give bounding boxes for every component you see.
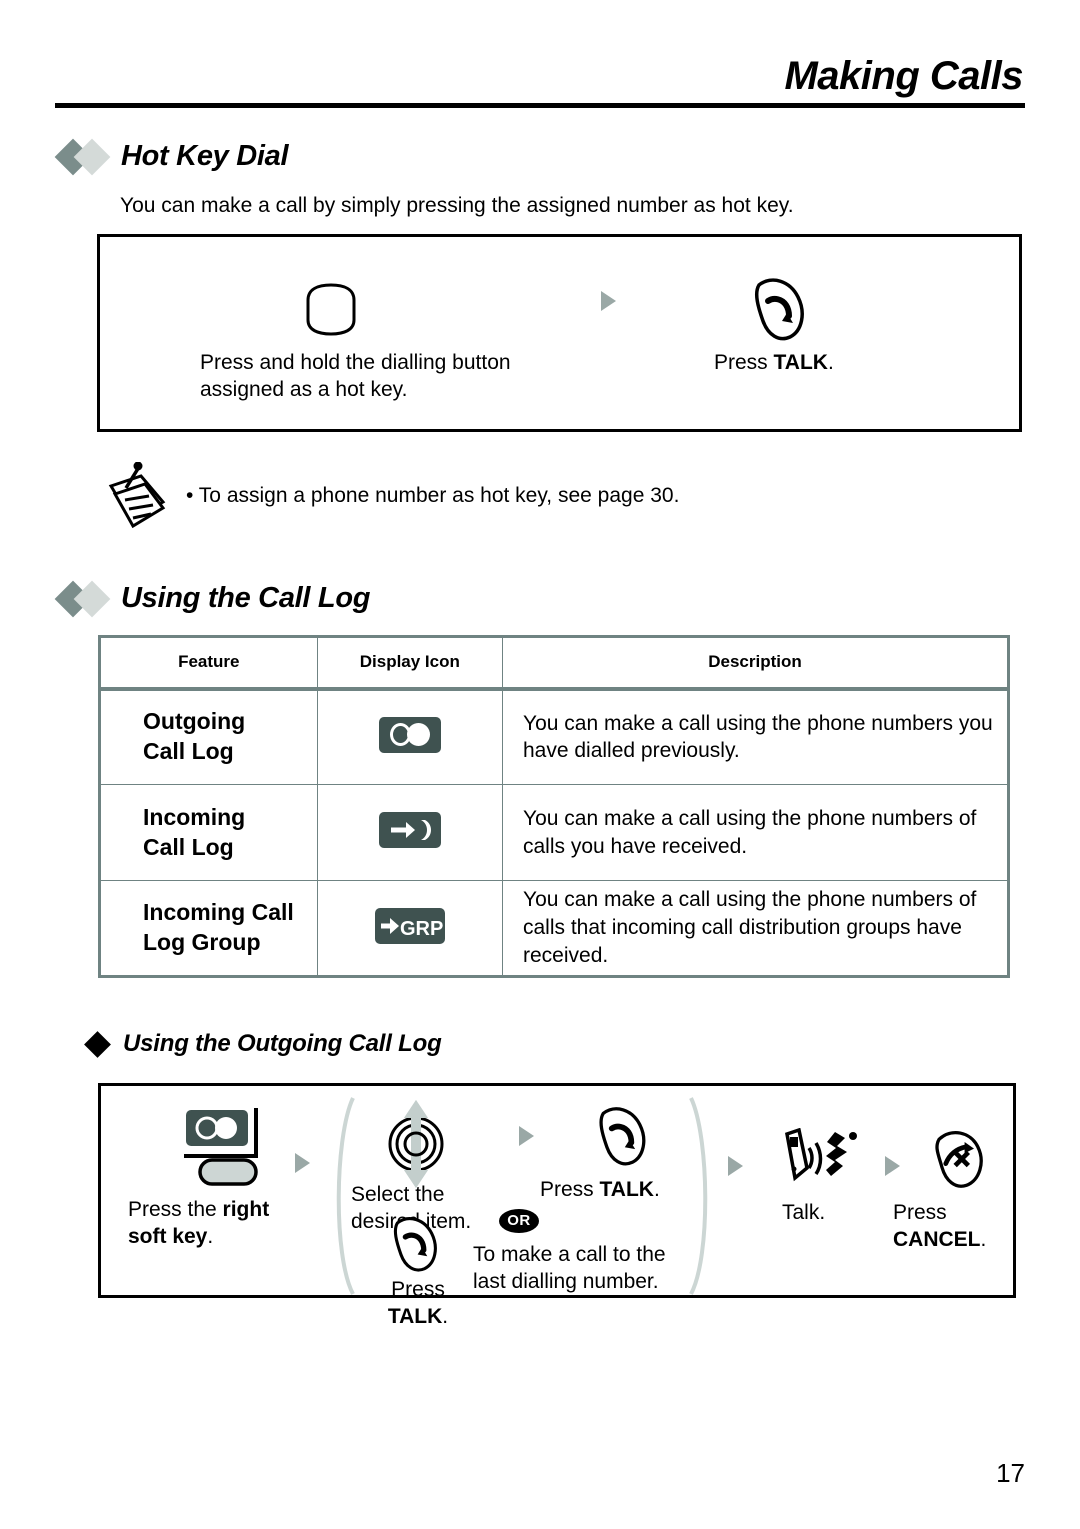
outgoing-step2b-caption: Press TALK. bbox=[540, 1176, 660, 1203]
call-log-table: Feature Display Icon Description Outgoin… bbox=[98, 635, 1010, 978]
page-number: 17 bbox=[996, 1458, 1025, 1488]
incoming-call-log-icon bbox=[378, 812, 441, 848]
feature-line1: Incoming Call bbox=[143, 899, 294, 926]
talk-key-icon bbox=[591, 1104, 653, 1173]
table-row: Incoming Call Log You can make a call us… bbox=[99, 784, 1009, 881]
cell-description-outgoing: You can make a call using the phone numb… bbox=[502, 688, 1009, 785]
right-soft-key-icon bbox=[176, 1104, 276, 1191]
arrow-right-icon bbox=[728, 1156, 743, 1176]
sub-heading-label: Using the Outgoing Call Log bbox=[123, 1030, 442, 1057]
cell-icon-grp: GRP bbox=[316, 880, 504, 977]
feature-line2: Call Log bbox=[143, 833, 234, 860]
hot-key-step2-caption: Press TALK. bbox=[714, 349, 834, 376]
step2b-post: . bbox=[653, 1178, 660, 1201]
talking-handset-icon bbox=[773, 1127, 863, 1197]
cell-description-grp: You can make a call using the phone numb… bbox=[502, 880, 1009, 977]
column-header-display-icon: Display Icon bbox=[316, 636, 504, 691]
feature-line1: Incoming bbox=[143, 803, 246, 830]
column-header-feature: Feature bbox=[99, 636, 318, 691]
bracket-right bbox=[687, 1096, 717, 1301]
page-header: Making Calls bbox=[55, 55, 1025, 108]
svg-text:GRP: GRP bbox=[400, 918, 443, 940]
page-title: Making Calls bbox=[784, 54, 1023, 98]
outgoing-step3-caption: Talk. bbox=[782, 1201, 826, 1224]
hot-key-step2-pre: Press bbox=[714, 351, 774, 374]
step2c-line2-post: . bbox=[442, 1305, 449, 1329]
step1-line2-bold: soft key bbox=[128, 1225, 208, 1249]
cell-icon-incoming bbox=[316, 784, 504, 881]
outgoing-step2d-caption: To make a call to the last dialling numb… bbox=[473, 1241, 723, 1296]
or-badge: OR bbox=[499, 1209, 539, 1233]
note-pad-icon bbox=[105, 461, 169, 539]
hot-key-note-text: • To assign a phone number as hot key, s… bbox=[186, 484, 680, 507]
step1-line2-post: . bbox=[207, 1225, 214, 1249]
section-heading-label: Using the Call Log bbox=[121, 582, 371, 614]
incoming-call-log-group-icon: GRP bbox=[374, 907, 445, 944]
cell-feature-incoming-call-log: Incoming Call Log bbox=[99, 784, 318, 881]
dialling-button-icon bbox=[300, 282, 362, 343]
step2b-pre: Press bbox=[540, 1178, 600, 1201]
talk-key-icon bbox=[746, 275, 812, 348]
arrow-right-icon bbox=[295, 1153, 310, 1173]
feature-line1: Outgoing bbox=[143, 708, 246, 735]
outgoing-call-log-steps-box: Press the right soft key. Select the des… bbox=[98, 1083, 1016, 1328]
outgoing-step4-caption: Press CANCEL. bbox=[893, 1199, 1023, 1254]
feature-line2: Log Group bbox=[143, 929, 261, 955]
hot-key-step1-line2: assigned as a hot key. bbox=[200, 378, 408, 402]
hot-key-step1-caption: Press and hold the dialling button assig… bbox=[200, 349, 580, 404]
diamond-light-icon bbox=[73, 138, 111, 175]
cell-feature-incoming-call-log-group: Incoming Call Log Group bbox=[99, 880, 318, 977]
table-row: Outgoing Call Log You can make a call us… bbox=[99, 688, 1009, 785]
section-heading-label: Hot Key Dial bbox=[121, 140, 289, 172]
step2c-line2-bold: TALK bbox=[387, 1305, 443, 1329]
section-heading-hot-key-dial: Hot Key Dial bbox=[54, 138, 289, 175]
diamond-black-icon bbox=[84, 1030, 111, 1058]
hot-key-step1-line1: Press and hold the dialling button bbox=[200, 351, 511, 374]
table-header-row: Feature Display Icon Description bbox=[99, 636, 1009, 691]
arrow-right-icon bbox=[601, 291, 616, 311]
step4-line2-post: . bbox=[980, 1228, 987, 1252]
step1-pre: Press the bbox=[128, 1198, 223, 1221]
hot-key-intro-text: You can make a call by simply pressing t… bbox=[120, 194, 794, 217]
step2d-line1: To make a call to the bbox=[473, 1243, 666, 1266]
diamond-light-icon bbox=[73, 580, 111, 617]
cell-icon-outgoing bbox=[316, 688, 504, 785]
step2a-line1: Select the bbox=[351, 1183, 445, 1206]
cancel-key-icon bbox=[925, 1126, 991, 1195]
hot-key-step2-post: . bbox=[827, 351, 834, 374]
arrow-right-icon bbox=[519, 1126, 534, 1146]
step2c-line1: Press bbox=[391, 1278, 445, 1301]
arrow-right-icon bbox=[885, 1156, 900, 1176]
step1-bold: right bbox=[222, 1198, 270, 1221]
step2d-line2: last dialling number. bbox=[473, 1270, 659, 1294]
sub-heading-using-outgoing-call-log: Using the Outgoing Call Log bbox=[84, 1030, 442, 1058]
hot-key-steps-box: Press and hold the dialling button assig… bbox=[97, 234, 1022, 432]
outgoing-call-log-icon bbox=[378, 716, 441, 753]
header-divider bbox=[55, 103, 1025, 108]
talk-key-icon bbox=[386, 1214, 444, 1279]
table-row: Incoming Call Log Group GRP You can make… bbox=[99, 880, 1009, 977]
section-heading-using-the-call-log: Using the Call Log bbox=[54, 580, 371, 617]
outgoing-step2c-caption: Press TALK. bbox=[373, 1276, 463, 1331]
step4-line1: Press bbox=[893, 1201, 947, 1224]
hot-key-step2-bold: TALK bbox=[773, 351, 828, 374]
step2b-bold: TALK bbox=[599, 1178, 654, 1201]
column-header-description: Description bbox=[502, 636, 1009, 691]
feature-line2: Call Log bbox=[143, 738, 234, 765]
cell-description-incoming: You can make a call using the phone numb… bbox=[502, 784, 1009, 881]
step4-line2-bold: CANCEL bbox=[893, 1228, 981, 1252]
cell-feature-outgoing-call-log: Outgoing Call Log bbox=[99, 688, 318, 785]
